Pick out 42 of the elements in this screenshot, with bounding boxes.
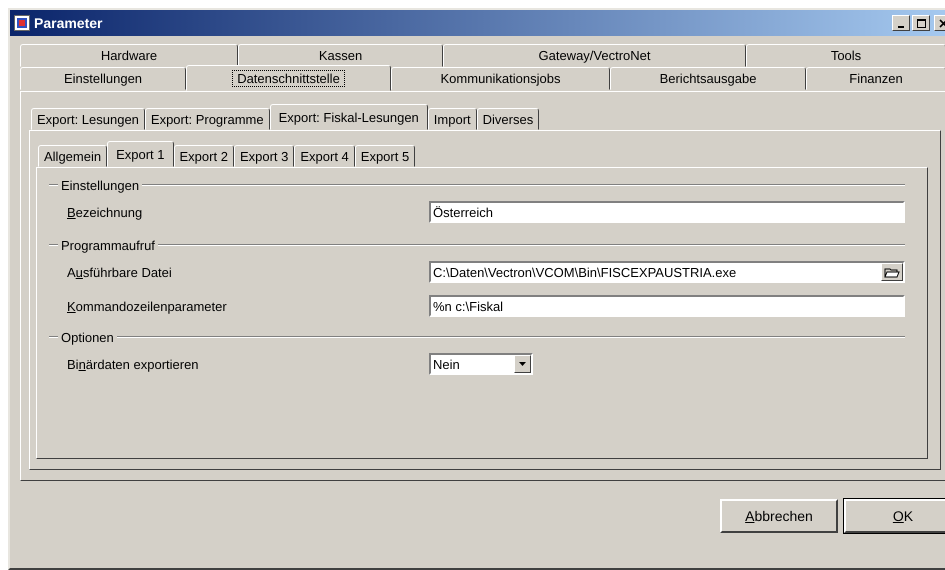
tab[interactable]: Export: Fiskal-Lesungen [270,104,428,130]
window-title: Parameter [34,15,104,31]
tab[interactable]: Export 1 [107,141,174,167]
tab[interactable]: Gateway/VectroNet [443,44,746,67]
tab[interactable]: Export 2 [174,145,234,167]
maximize-icon [916,18,926,28]
field-label: Bezeichnung [67,204,144,220]
tab[interactable]: Allgemein [38,145,108,167]
group-title: Einstellungen [61,178,140,192]
close-icon [938,18,945,28]
tab[interactable]: Hardware [20,44,238,67]
app-icon [14,15,30,31]
field-label: Ausführbare Datei [67,264,173,280]
path-field[interactable]: C:\Daten\Vectron\VCOM\Bin\FISCEXPAUSTRIA.exe [429,261,905,283]
field-label: Kommandozeilenparameter [67,298,228,314]
tab[interactable]: Export 3 [234,145,294,167]
text-field[interactable]: %n c:\Fiskal [429,295,905,317]
maximize-button[interactable] [912,15,930,31]
text-field[interactable]: Österreich [429,201,905,223]
folder-icon[interactable] [881,263,903,281]
tab[interactable]: Berichtsausgabe [610,67,806,90]
group-title: Programmaufruf [61,238,155,252]
tab[interactable]: Datenschnittstelle [186,65,391,91]
dialog-button[interactable]: OK [844,499,945,533]
dropdown[interactable]: Nein [429,353,533,375]
tab[interactable]: Kommunikationsjobs [391,67,610,90]
group-title: Optionen [61,330,114,344]
tab[interactable]: Export 4 [294,145,355,167]
tab[interactable]: Kassen [238,44,443,67]
tab[interactable]: Einstellungen [20,67,186,90]
tab[interactable]: Tools [746,44,945,67]
minimize-icon [898,26,904,28]
tab[interactable]: Import [428,108,477,130]
tab[interactable]: Export: Programme [144,108,270,130]
tab[interactable]: Diverses [476,108,540,130]
tab[interactable]: Finanzen [806,67,945,90]
caret-icon [518,362,526,366]
tab[interactable]: Export 5 [354,145,416,167]
field-label: Binärdaten exportieren [67,356,200,372]
dialog-button[interactable]: Abbrechen [720,499,838,533]
tab[interactable]: Export: Lesungen [31,108,145,130]
minimize-button[interactable] [892,15,910,31]
